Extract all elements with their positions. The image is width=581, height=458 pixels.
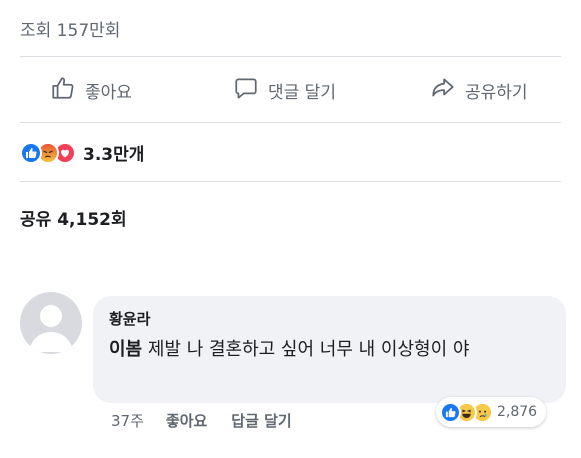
share-arrow-icon — [430, 75, 465, 106]
view-count: 조회 157만회 — [20, 21, 121, 41]
comment-button-label: 댓글 달기 — [268, 82, 336, 103]
comment-time[interactable]: 37주 — [111, 410, 144, 431]
comment-text: 이봄 제발 나 결혼하고 싶어 너무 내 이상형이 야 — [109, 335, 550, 365]
comment-reactions[interactable]: 2,876 — [436, 397, 547, 427]
comment-reaction-count: 2,876 — [497, 404, 538, 420]
like-icon — [20, 141, 42, 164]
comment-like-button[interactable]: 좋아요 — [166, 410, 207, 431]
comment-body: 제발 나 결혼하고 싶어 너무 내 이상형이 야 — [142, 339, 470, 360]
speech-bubble-icon — [233, 75, 268, 106]
share-count[interactable]: 공유 4,152회 — [20, 205, 127, 230]
share-button-label: 공유하기 — [465, 82, 528, 103]
tagged-name[interactable]: 이봄 — [109, 339, 142, 360]
comment-author[interactable]: 황윤라 — [109, 308, 550, 329]
avatar[interactable] — [20, 292, 82, 354]
comment-meta: 37주 좋아요 답글 달기 — [111, 410, 292, 431]
reactions-summary[interactable]: 3.3만개 — [20, 140, 144, 165]
reaction-icons — [20, 141, 76, 164]
action-bar: 좋아요 댓글 달기 공유하기 — [0, 68, 581, 112]
comment-reply-button[interactable]: 답글 달기 — [231, 410, 291, 431]
like-button-label: 좋아요 — [85, 82, 132, 103]
comment-button[interactable]: 댓글 달기 — [233, 75, 336, 106]
comment-bubble: 황윤라 이봄 제발 나 결혼하고 싶어 너무 내 이상형이 야 — [93, 296, 566, 403]
thumbs-up-icon — [50, 75, 85, 106]
like-button[interactable]: 좋아요 — [50, 75, 132, 106]
reaction-count: 3.3만개 — [83, 145, 145, 165]
divider-lower — [20, 181, 561, 182]
like-icon — [440, 401, 461, 423]
share-button[interactable]: 공유하기 — [430, 75, 528, 106]
divider-top — [20, 56, 561, 57]
divider-middle — [20, 122, 561, 123]
